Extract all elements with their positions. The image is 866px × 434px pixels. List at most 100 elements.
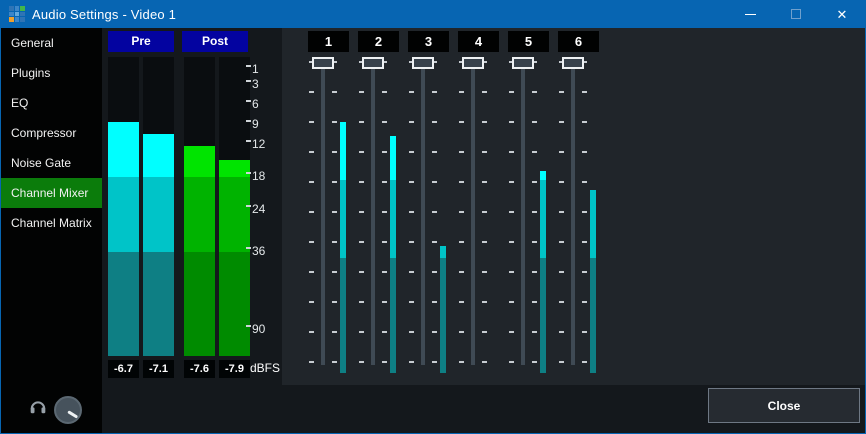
meter-bar-segment	[390, 258, 396, 373]
fader-tick-marks	[432, 61, 437, 365]
meter-bar-segment	[184, 252, 215, 356]
channel-strip-6: 6	[558, 28, 608, 385]
scale-tick-mark	[246, 65, 251, 67]
close-window-button[interactable]: ✕	[819, 0, 865, 28]
dialog-body: General Plugins EQ Compressor Noise Gate…	[1, 28, 865, 433]
sidebar-item-general[interactable]: General	[1, 28, 102, 58]
channel-mixer-panel: 1 2 3 4 5 6	[282, 28, 865, 385]
close-button[interactable]: Close	[708, 388, 860, 423]
fader-tick-marks	[459, 61, 464, 365]
sidebar-item-noise-gate[interactable]: Noise Gate	[1, 148, 102, 178]
pre-meter-left	[108, 57, 139, 356]
headphones-icon[interactable]	[28, 397, 48, 417]
fader-tick-marks	[309, 61, 314, 365]
scale-label: 90	[246, 322, 265, 337]
fader-track[interactable]	[371, 62, 375, 365]
pre-left-readout: -6.7	[108, 360, 139, 378]
meter-bar-segment	[340, 258, 346, 373]
sidebar-item-channel-mixer[interactable]: Channel Mixer	[1, 178, 102, 208]
fader-tick-marks	[509, 61, 514, 365]
fader-handle[interactable]	[512, 57, 534, 69]
fader-track[interactable]	[421, 62, 425, 365]
fader-tick-marks	[359, 61, 364, 365]
scale-label: 18	[246, 169, 265, 184]
sidebar-item-eq[interactable]: EQ	[1, 88, 102, 118]
scale-tick-mark	[246, 100, 251, 102]
fader-handle[interactable]	[312, 57, 334, 69]
post-meter-left	[184, 57, 215, 356]
scale-number: 90	[252, 322, 265, 337]
channel-level-meter	[340, 28, 346, 385]
fader-tick-marks	[532, 61, 537, 365]
window-title: Audio Settings - Video 1	[32, 7, 176, 22]
post-left-readout: -7.6	[184, 360, 215, 378]
fader-tick-marks	[382, 61, 387, 365]
close-icon: ✕	[837, 8, 848, 21]
channel-strip-5: 5	[508, 28, 558, 385]
meter-bar-segment	[540, 180, 546, 258]
fader-tick-marks	[482, 61, 487, 365]
post-meter-label: Post	[182, 31, 248, 52]
meter-bar-segment	[143, 177, 174, 252]
maximize-button[interactable]	[773, 0, 819, 28]
meter-bar-segment	[440, 258, 446, 373]
scale-label: 9	[246, 117, 259, 132]
fader-track[interactable]	[571, 62, 575, 365]
meter-bar-segment	[540, 258, 546, 373]
scale-number: 18	[252, 169, 265, 184]
minimize-button[interactable]	[727, 0, 773, 28]
channel-level-meter	[390, 28, 396, 385]
channel-strip-1: 1	[308, 28, 358, 385]
fader-track[interactable]	[471, 62, 475, 365]
fader-handle[interactable]	[462, 57, 484, 69]
scale-tick-mark	[246, 120, 251, 122]
window-controls: ✕	[727, 0, 865, 28]
channel-level-meter	[540, 28, 546, 385]
fader-track[interactable]	[321, 62, 325, 365]
scale-tick-mark	[246, 325, 251, 327]
scale-number: 6	[252, 97, 259, 112]
meter-bar-segment	[540, 171, 546, 180]
fader-tick-marks	[409, 61, 414, 365]
scale-tick-mark	[246, 140, 251, 142]
meter-bar-segment	[143, 134, 174, 177]
pre-meter-label: Pre	[108, 31, 174, 52]
logo-square	[9, 12, 14, 17]
sidebar-item-compressor[interactable]: Compressor	[1, 118, 102, 148]
pre-right-readout: -7.1	[143, 360, 174, 378]
channel-level-meter	[490, 28, 496, 385]
scale-label: 1	[246, 62, 259, 77]
meter-bar-segment	[184, 146, 215, 177]
headphone-volume-knob[interactable]	[54, 396, 82, 424]
logo-square	[20, 17, 25, 22]
logo-square	[15, 17, 20, 22]
scale-tick-mark	[246, 205, 251, 207]
pre-meter-right	[143, 57, 174, 356]
fader-handle[interactable]	[412, 57, 434, 69]
scale-number: 3	[252, 77, 259, 92]
fader-tick-marks	[332, 61, 337, 365]
meter-bar-segment	[440, 246, 446, 258]
minimize-icon	[745, 14, 756, 15]
logo-square	[20, 12, 25, 17]
fader-handle[interactable]	[562, 57, 584, 69]
logo-square	[9, 17, 14, 22]
logo-square	[15, 6, 20, 11]
sidebar-item-plugins[interactable]: Plugins	[1, 58, 102, 88]
fader-handle[interactable]	[362, 57, 384, 69]
meter-bar-segment	[390, 180, 396, 258]
meter-bar-segment	[340, 180, 346, 258]
sidebar-item-channel-matrix[interactable]: Channel Matrix	[1, 208, 102, 238]
dbfs-unit-label: dBFS	[250, 361, 280, 375]
scale-number: 12	[252, 137, 265, 152]
logo-square	[9, 6, 14, 11]
meter-bar-segment	[590, 258, 596, 373]
channel-level-meter	[590, 28, 596, 385]
fader-tick-marks	[582, 61, 587, 365]
logo-square	[20, 6, 25, 11]
meter-bar-segment	[184, 177, 215, 252]
scale-number: 24	[252, 202, 265, 217]
meter-bar-segment	[108, 177, 139, 252]
fader-track[interactable]	[521, 62, 525, 365]
audio-settings-window: Audio Settings - Video 1 ✕ General Plugi…	[0, 0, 866, 434]
